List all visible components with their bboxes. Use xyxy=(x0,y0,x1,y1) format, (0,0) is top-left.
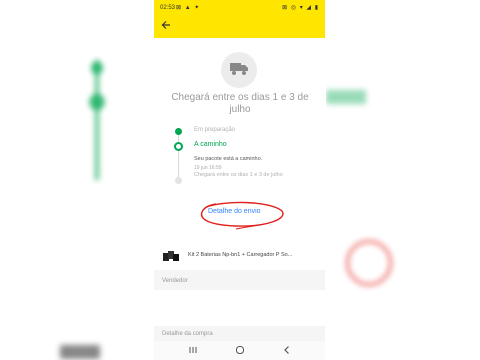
background-blur-left xyxy=(0,0,154,360)
arrow-left-icon[interactable] xyxy=(161,20,171,34)
shipment-card: Chegará entre os dias 1 e 3 de julho Em … xyxy=(154,38,325,276)
timeline-dot-current xyxy=(174,142,183,151)
home-icon[interactable] xyxy=(235,345,245,357)
truck-icon xyxy=(221,52,257,88)
status-time: 02:53 xyxy=(160,5,176,11)
delivery-estimate-title: Chegará entre os dias 1 e 3 de julho xyxy=(171,92,309,115)
timeline-dot-pending xyxy=(175,177,182,184)
nav-back-icon[interactable] xyxy=(282,345,292,357)
product-title: Kit 2 Baterias Np-bn1 + Carregador P So.… xyxy=(188,252,293,258)
recents-icon[interactable] xyxy=(188,345,198,357)
red-annotation-circle xyxy=(200,201,284,230)
notification-icons: ⊠ ▲ ✦ xyxy=(176,5,201,11)
phone-screen: 02:53 ⊠ ▲ ✦ ⊠ ◎ ▾ ◢ ▮ Chegará entre os d… xyxy=(154,0,325,360)
seller-box xyxy=(154,290,325,326)
system-icons: ⊠ ◎ ▾ ◢ ▮ xyxy=(282,5,319,11)
product-thumbnail xyxy=(163,251,179,261)
step-prep-label: Em preparação xyxy=(194,127,236,133)
seller-label: Vendedor xyxy=(162,278,188,284)
product-row[interactable]: Kit 2 Baterias Np-bn1 + Carregador P So.… xyxy=(154,244,325,268)
app-bar xyxy=(154,17,325,38)
timeline-line xyxy=(178,134,179,180)
step-eta-text: Chegará entre os dias 1 e 3 de julho xyxy=(194,172,283,178)
step-current-desc: Seu pacote está a caminho. xyxy=(194,156,263,162)
system-nav-bar xyxy=(154,341,325,360)
purchase-detail-label: Detalhe da compra xyxy=(162,331,213,337)
background-blur-right xyxy=(326,0,480,360)
step-current-label: A caminho xyxy=(194,141,227,148)
timeline-dot-done xyxy=(175,128,182,135)
status-bar: 02:53 ⊠ ▲ ✦ ⊠ ◎ ▾ ◢ ▮ xyxy=(154,0,325,17)
step-current-time: 19 jun 16:59 xyxy=(194,165,222,171)
shipment-detail-link[interactable]: Detalhe do envio xyxy=(208,208,261,215)
